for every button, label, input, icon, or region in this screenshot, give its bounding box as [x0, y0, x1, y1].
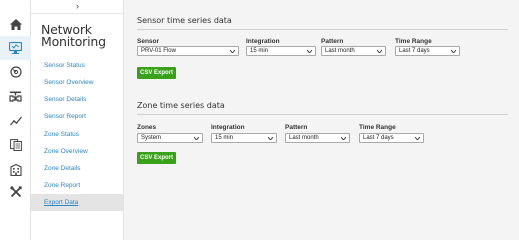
rail-documents[interactable]	[0, 133, 31, 157]
zone-time-range-label: Time Range	[359, 124, 396, 131]
zone-pattern-select[interactable]: Last month	[285, 133, 350, 143]
chevron-down-icon	[194, 137, 199, 140]
zone-time-range-select[interactable]: Last 7 days	[359, 133, 424, 143]
rail-network-monitoring[interactable]	[0, 36, 31, 60]
rail-tools[interactable]	[0, 180, 31, 204]
chevron-down-icon	[307, 50, 312, 53]
sensor-pattern-value: Last month	[325, 48, 355, 54]
sensor-pattern-label: Pattern	[321, 38, 344, 45]
zone-time-range-value: Last 7 days	[363, 135, 394, 141]
nav-item-export-data[interactable]: Export Data	[31, 194, 124, 211]
sensor-pattern-select[interactable]: Last month	[321, 46, 386, 56]
nav-item-zone-report[interactable]: Zone Report	[31, 177, 124, 194]
nav-title: Network Monitoring	[41, 22, 106, 49]
zones-select[interactable]: System	[137, 133, 203, 143]
sensor-time-range-label: Time Range	[395, 38, 432, 45]
nav-item-zone-overview[interactable]: Zone Overview	[31, 143, 124, 160]
sensor-csv-export-button[interactable]: CSV Export	[137, 67, 177, 79]
sensor-integration-value: 15 min	[250, 48, 269, 54]
nav-item-sensor-report[interactable]: Sensor Report	[31, 108, 124, 125]
zones-select-value: System	[141, 135, 162, 141]
zone-integration-label: Integration	[211, 124, 245, 131]
chevron-down-icon	[230, 50, 235, 53]
nav-item-sensor-details[interactable]: Sensor Details	[31, 91, 124, 108]
rail-gauge[interactable]	[0, 60, 31, 84]
sensor-section-divider	[137, 29, 508, 30]
chevron-down-icon	[341, 137, 346, 140]
trend-icon	[9, 116, 22, 126]
sub-navigation: › Network Monitoring Sensor Status Senso…	[31, 0, 124, 240]
tools-icon	[9, 186, 22, 198]
home-icon	[9, 18, 22, 30]
sensor-section-title: Sensor time series data	[137, 16, 232, 25]
sensor-time-range-value: Last 7 days	[399, 48, 430, 54]
sensor-select[interactable]: PRV-01 Flow	[137, 46, 239, 56]
sensor-integration-select[interactable]: 15 min	[246, 46, 316, 56]
zones-label: Zones	[137, 124, 157, 131]
nav-item-sensor-overview[interactable]: Sensor Overview	[31, 74, 124, 91]
main-content: Sensor time series data Sensor PRV-01 Fl…	[124, 0, 519, 240]
rail-valve[interactable]	[0, 85, 31, 109]
chevron-down-icon	[377, 50, 382, 53]
zone-section-title: Zone time series data	[137, 101, 225, 110]
zone-integration-select[interactable]: 15 min	[211, 133, 277, 143]
chevron-down-icon	[451, 50, 456, 53]
nav-item-zone-details[interactable]: Zone Details	[31, 160, 124, 177]
building-icon	[9, 164, 22, 176]
chevron-down-icon	[268, 137, 273, 140]
zone-integration-value: 15 min	[215, 135, 234, 141]
monitor-icon	[9, 42, 22, 54]
collapse-toggle[interactable]: ›	[31, 0, 124, 14]
zone-section-divider	[137, 114, 508, 115]
zone-pattern-value: Last month	[289, 135, 319, 141]
chevron-right-icon: ›	[76, 1, 79, 11]
zone-csv-export-button[interactable]: CSV Export	[137, 152, 177, 164]
zone-pattern-label: Pattern	[285, 124, 308, 131]
rail-trend[interactable]	[0, 109, 31, 133]
chevron-down-icon	[415, 137, 420, 140]
sensor-select-value: PRV-01 Flow	[141, 48, 176, 54]
valve-icon	[9, 91, 22, 102]
icon-rail	[0, 0, 31, 240]
documents-icon	[9, 139, 22, 151]
rail-building[interactable]	[0, 158, 31, 182]
sensor-label: Sensor	[137, 38, 160, 45]
gauge-icon	[9, 66, 22, 78]
nav-item-sensor-status[interactable]: Sensor Status	[31, 57, 124, 74]
sensor-time-range-select[interactable]: Last 7 days	[395, 46, 460, 56]
sensor-integration-label: Integration	[246, 38, 280, 45]
nav-item-zone-status[interactable]: Zone Status	[31, 126, 124, 143]
rail-home[interactable]	[0, 12, 31, 36]
